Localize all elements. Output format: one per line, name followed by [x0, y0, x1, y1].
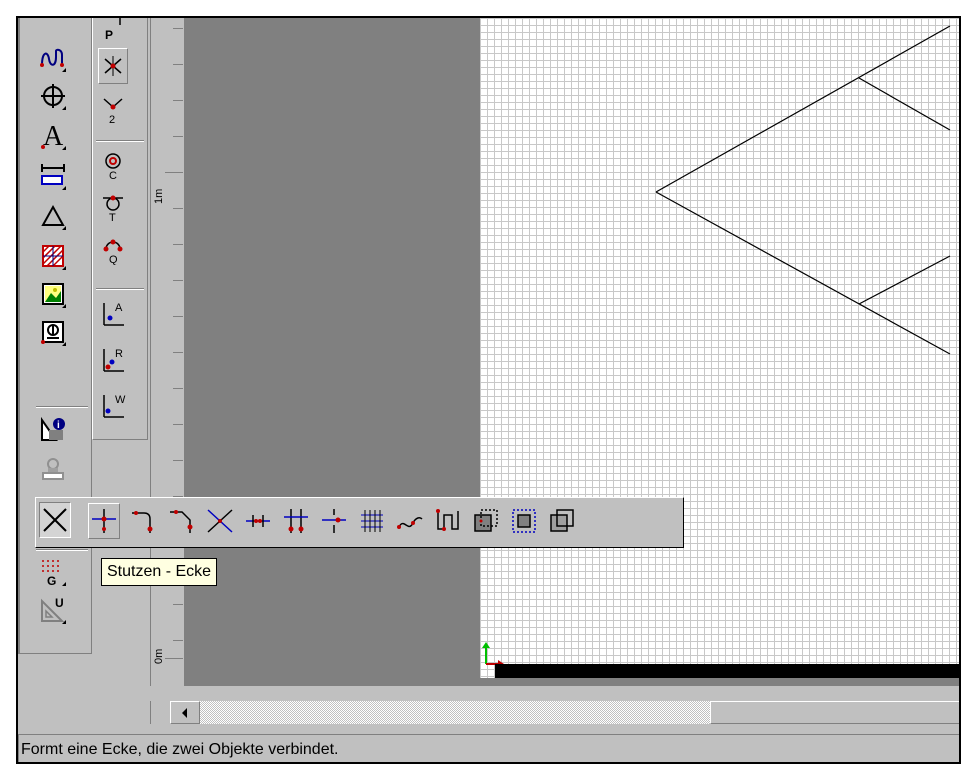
page-bottom-area: [184, 678, 959, 686]
curve-connect-button[interactable]: [394, 503, 426, 539]
svg-text:A: A: [43, 121, 64, 151]
axis-a-icon: A: [103, 302, 124, 326]
hatch-tool-button[interactable]: [38, 238, 68, 274]
set-square-letter: U: [55, 596, 64, 610]
snap-tangent-button[interactable]: T: [98, 190, 128, 226]
grid-tool-button[interactable]: G: [38, 554, 68, 590]
split-points-button[interactable]: [242, 503, 274, 539]
cad-window: A i G U P 2 C T Q A R W 1m 0m Stutzen - …: [16, 16, 961, 764]
axis-w-icon: W: [103, 394, 126, 418]
drawing-shapes: [482, 25, 951, 668]
stamp-tool-icon: [42, 458, 64, 480]
drawn-line[interactable]: [858, 77, 951, 131]
trim-corner-button[interactable]: [39, 502, 71, 538]
text-tool-button[interactable]: A: [38, 118, 68, 154]
tooltip: Stutzen - Ecke: [101, 558, 218, 586]
snap-tangent-icon: T: [103, 195, 123, 223]
snap-2-icon: 2: [103, 98, 123, 125]
axis-w-button[interactable]: W: [98, 388, 128, 424]
cross-intersect-button[interactable]: [204, 503, 236, 539]
snap-separator: [96, 140, 144, 142]
split-points-icon: [246, 515, 270, 527]
cross-intersect-icon: [207, 509, 233, 533]
bracket-shape-button[interactable]: [432, 503, 464, 539]
axis-r-letter: R: [115, 348, 123, 360]
snap-quadrant-letter: Q: [109, 254, 118, 265]
snap-point-letter: P: [105, 28, 113, 42]
snap-center-letter: C: [109, 170, 117, 181]
offset-shape-icon: [474, 509, 498, 532]
axis-a-letter: A: [115, 302, 123, 314]
grid-divide-button[interactable]: [356, 503, 388, 539]
horizontal-scrollbar[interactable]: [150, 697, 959, 724]
snap-2-button[interactable]: 2: [98, 92, 128, 128]
svg-text:i: i: [57, 420, 60, 431]
page-shadow-bar: [495, 664, 959, 678]
drawn-line[interactable]: [655, 25, 951, 193]
drawing-canvas[interactable]: [480, 18, 959, 682]
split-segments-icon: [284, 509, 308, 533]
trim-corner-icon: [43, 508, 67, 532]
fillet-corner-button[interactable]: [128, 503, 160, 539]
triangle-tool-icon: [41, 204, 65, 226]
outer-shape-icon: [550, 509, 574, 532]
scroll-left-button[interactable]: [170, 701, 200, 724]
snap-intersection-icon: [104, 56, 122, 76]
axis-w-letter: W: [115, 394, 126, 406]
break-line-icon: [322, 509, 346, 533]
snap-2-letter: 2: [109, 114, 115, 125]
outer-shape-button[interactable]: [546, 503, 578, 539]
grid-divide-icon: [361, 510, 383, 532]
palette-separator-2: [36, 549, 88, 551]
axis-a-button[interactable]: A: [98, 296, 128, 332]
curve-tool-icon: [40, 48, 64, 67]
inner-shape-button[interactable]: [508, 503, 540, 539]
object-info-icon: i: [41, 416, 65, 441]
scroll-track[interactable]: [200, 701, 710, 724]
scroll-thumb[interactable]: [710, 701, 959, 724]
drawn-line[interactable]: [858, 255, 951, 305]
snap-center-button[interactable]: C: [98, 148, 128, 184]
corner-join-button[interactable]: [88, 503, 120, 539]
axis-r-icon: R: [103, 348, 124, 372]
arrow-left-icon: [182, 707, 187, 718]
snap-separator-2: [96, 288, 144, 290]
triangle-tool-button[interactable]: [38, 198, 68, 234]
ruler-label-1m: 1m: [153, 188, 165, 204]
offset-shape-button[interactable]: [470, 503, 502, 539]
snap-point-icon: P: [105, 18, 121, 42]
snap-quadrant-button[interactable]: Q: [98, 232, 128, 268]
corner-join-icon: [92, 509, 116, 533]
drawn-line[interactable]: [655, 191, 951, 355]
curve-connect-icon: [397, 517, 423, 529]
snap-quadrant-icon: Q: [103, 239, 123, 265]
image-tool-button[interactable]: [38, 276, 68, 312]
workspace-background: [184, 18, 480, 686]
snap-intersection-button[interactable]: [98, 48, 128, 84]
stamp-tool-button[interactable]: [38, 452, 68, 488]
inner-shape-icon: [512, 509, 536, 533]
chamfer-corner-button[interactable]: [166, 503, 198, 539]
fillet-corner-icon: [132, 511, 153, 533]
split-segments-button[interactable]: [280, 503, 312, 539]
bracket-shape-icon: [436, 509, 459, 531]
axis-r-button[interactable]: R: [98, 342, 128, 378]
set-square-tool-button[interactable]: U: [38, 592, 68, 628]
snap-point-button[interactable]: P: [98, 18, 128, 48]
ruler-label-0m: 0m: [153, 648, 165, 664]
status-bar: Formt eine Ecke, die zwei Objekte verbin…: [18, 734, 959, 762]
dimension-tool-button[interactable]: [38, 158, 68, 194]
chamfer-corner-icon: [170, 510, 193, 533]
snap-tangent-letter: T: [109, 212, 116, 223]
curve-tool-button[interactable]: [38, 40, 68, 76]
crosshair-circle-tool-button[interactable]: [38, 78, 68, 114]
symbol-tool-button[interactable]: [38, 314, 68, 350]
snap-center-icon: C: [105, 153, 121, 181]
object-info-tool-button[interactable]: i: [38, 412, 68, 448]
grid-tool-letter: G: [47, 574, 56, 587]
break-line-button[interactable]: [318, 503, 350, 539]
palette-separator: [36, 406, 88, 408]
